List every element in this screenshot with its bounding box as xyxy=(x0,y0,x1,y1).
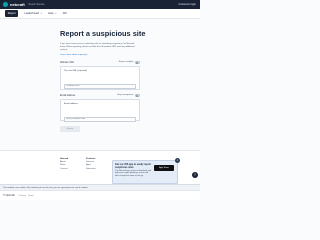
learn-more-link[interactable]: Learn more about reporting › xyxy=(60,54,88,56)
cookie-text: This website uses cookies. By continuing… xyxy=(3,186,89,189)
status-right[interactable]: Privacy · Terms xyxy=(19,195,34,197)
nav-help[interactable]: Help ▼ xyxy=(48,12,57,15)
footer-col-netcraft: Netcraft About News Careers xyxy=(60,158,68,171)
netcraft-logo-icon[interactable] xyxy=(3,2,8,7)
footer-link[interactable]: Extension xyxy=(86,168,96,171)
nav-api[interactable]: API xyxy=(63,12,67,15)
email-card: Email address xyxy=(60,99,140,122)
footer-link[interactable]: Careers xyxy=(60,168,68,171)
app-download-popup: Get our iOS app to easily report suspici… xyxy=(112,158,180,184)
app-store-button[interactable]: App Store xyxy=(154,165,174,171)
status-left: © Netcraft xyxy=(3,194,15,197)
help-chat-button[interactable]: ? xyxy=(192,172,198,178)
page-title: Report a suspicious site xyxy=(60,29,146,38)
nav-api-label: API xyxy=(62,12,67,15)
anonymous-label: Stay anonymous xyxy=(117,94,134,97)
intro-text: If you have come across a phishing site … xyxy=(60,43,135,51)
main-nav: Report Leaderboard ▼ Help ▼ API xyxy=(0,9,200,19)
url-card: The site URL (required) xyxy=(60,66,140,109)
top-header: netcraft Report Service Customer login xyxy=(0,0,200,9)
report-multiple-toggle[interactable] xyxy=(135,61,140,64)
brand-name[interactable]: netcraft xyxy=(10,2,25,7)
nav-report[interactable]: Report xyxy=(5,10,19,17)
popup-text: The Netcraft app is free to download and… xyxy=(115,169,152,177)
nav-leaderboard-label: Leaderboard xyxy=(24,12,40,15)
nav-help-label: Help xyxy=(48,12,54,15)
anonymous-toggle-row[interactable]: Stay anonymous xyxy=(117,94,140,97)
chevron-down-icon: ▼ xyxy=(54,12,57,15)
chevron-down-icon: ▼ xyxy=(40,12,43,15)
anonymous-toggle[interactable] xyxy=(135,94,140,97)
nav-leaderboard[interactable]: Leaderboard ▼ xyxy=(24,12,42,15)
customer-login-link[interactable]: Customer login xyxy=(179,3,196,6)
email-field[interactable] xyxy=(64,117,136,122)
site-url-input[interactable] xyxy=(64,84,136,89)
site-url-label: The site URL (required) xyxy=(64,70,87,72)
email-field-label: Email address xyxy=(64,103,78,105)
email-section-label: Email address xyxy=(60,94,76,97)
popup-title: Get our iOS app to easily report suspici… xyxy=(115,163,151,169)
report-multiple-label: Report multiple xyxy=(118,61,134,64)
report-multiple-toggle-row[interactable]: Report multiple xyxy=(119,61,140,64)
website-url-label: Website URL xyxy=(60,61,75,64)
brand-subtitle: Report Service xyxy=(28,3,45,6)
nav-report-label: Report xyxy=(7,12,16,15)
footer-col-products: Products Services Apps Extension xyxy=(86,158,96,171)
status-bar: © Netcraft Privacy · Terms xyxy=(0,190,200,200)
report-button[interactable]: Report xyxy=(60,126,80,132)
close-icon[interactable]: × xyxy=(175,158,180,163)
